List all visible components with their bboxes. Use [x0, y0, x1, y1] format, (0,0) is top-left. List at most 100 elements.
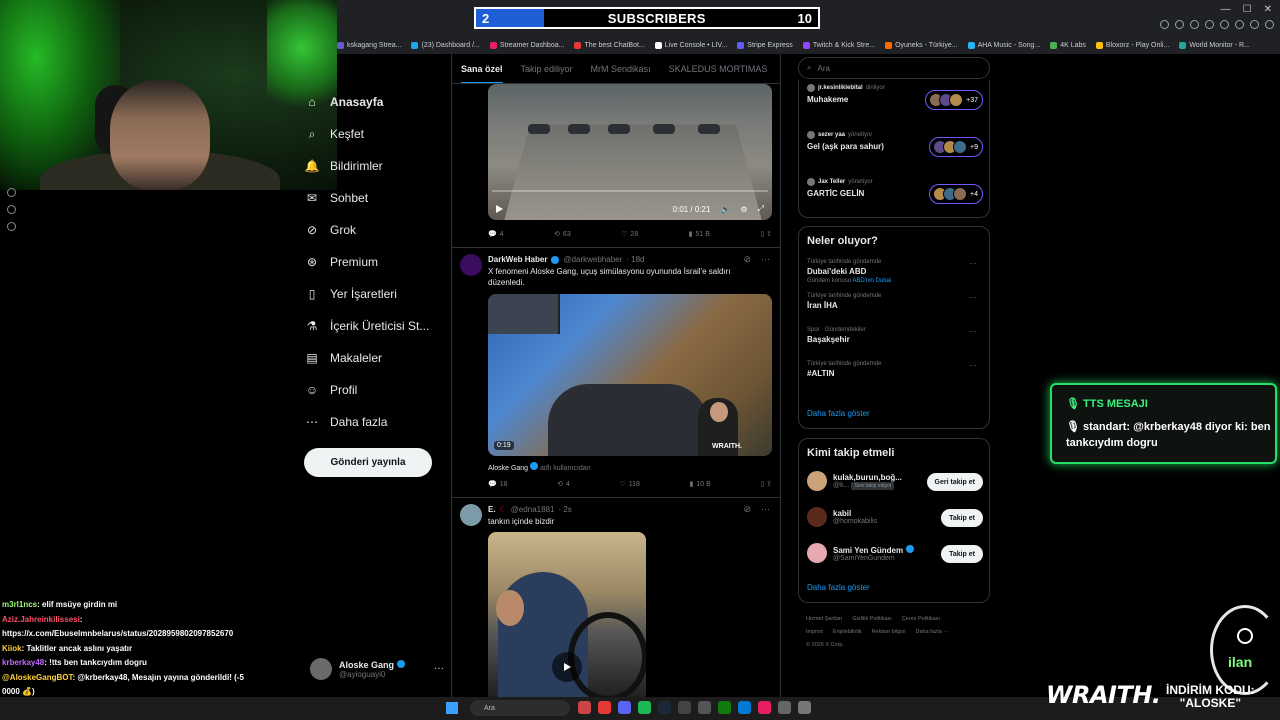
avatar[interactable] — [460, 254, 482, 276]
taskbar-search[interactable]: Ara — [470, 700, 570, 716]
volume-icon[interactable]: 🔈 — [720, 205, 730, 214]
extension-icon[interactable] — [1235, 20, 1244, 29]
more-icon[interactable]: ··· — [969, 361, 977, 370]
sidebar-item-mail[interactable]: ✉ Sohbet — [304, 182, 454, 214]
minimize-icon[interactable]: — — [1221, 4, 1231, 15]
more-icon[interactable]: ··· — [761, 254, 770, 265]
account-switcher[interactable]: Aloske Gang @ayioguayi0 ··· — [310, 658, 444, 680]
timer-icon[interactable] — [7, 188, 16, 197]
caption-name[interactable]: Aloske Gang — [488, 465, 528, 472]
app-icon[interactable] — [778, 701, 791, 714]
follow-button[interactable]: Geri takip et — [926, 473, 983, 491]
app-icon[interactable] — [578, 701, 591, 714]
bookmark-item[interactable]: AHA Music - Song... — [967, 41, 1040, 49]
profile-icon[interactable] — [1265, 20, 1274, 29]
extension-icon[interactable] — [1250, 20, 1259, 29]
live-listeners-pill[interactable]: +4 — [929, 184, 983, 204]
views-stat[interactable]: ▮ 10 B — [689, 480, 710, 489]
chat-icon[interactable] — [7, 205, 16, 214]
sidebar-item-home[interactable]: ⌂ Anasayfa — [304, 86, 454, 118]
more-icon[interactable]: ··· — [969, 293, 977, 302]
bookmark-item[interactable]: 4K Labs — [1050, 41, 1086, 49]
chat-username[interactable]: @AloskeGangBOT — [2, 673, 72, 682]
play-button[interactable] — [552, 652, 582, 682]
fullscreen-icon[interactable]: ⤢ — [758, 204, 764, 214]
follow-suggestion[interactable]: Sami Yen Gündem @SamiYenGundem Takip et — [807, 543, 983, 563]
views-stat[interactable]: ▮ 51 B — [689, 230, 710, 239]
tweet-video-flight-sim[interactable]: 0:19 WRAITH. — [488, 294, 772, 456]
bookmark-item[interactable]: Bloxorz - Play Onli... — [1095, 41, 1169, 49]
footer-link[interactable]: Daha fazla ··· — [915, 629, 948, 635]
sidebar-item-grok[interactable]: ⊘ Grok — [304, 214, 454, 246]
like-button[interactable]: ♡ 118 — [619, 480, 639, 489]
grok-icon[interactable]: ⊘ — [743, 504, 751, 515]
video-progress[interactable] — [492, 190, 768, 192]
post-button[interactable]: Gönderi yayınla — [304, 448, 432, 477]
maximize-icon[interactable]: ☐ — [1243, 4, 1252, 15]
trend-item[interactable]: Spor · Gündemdekiler Başakşehir ··· — [807, 327, 983, 344]
bookmark-item[interactable]: (23) Dashboard /... — [411, 41, 480, 49]
bookmark-item[interactable]: Oyuneks - Türkiye... — [885, 41, 958, 49]
opera-icon[interactable] — [598, 701, 611, 714]
bookmark-item[interactable]: Live Console • LIV... — [654, 41, 727, 49]
play-icon[interactable] — [496, 205, 503, 213]
sidebar-item-more[interactable]: ⋯ Daha fazla — [304, 406, 454, 438]
bookmark-item[interactable]: Stripe Express — [737, 41, 793, 49]
sidebar-item-premium[interactable]: ⊛ Premium — [304, 246, 454, 278]
show-more-follow-link[interactable]: Daha fazla göster — [807, 583, 870, 592]
footer-link[interactable]: Hizmet Şartları — [806, 616, 842, 622]
sidebar-item-bell[interactable]: 🔔 Bildirimler — [304, 150, 454, 182]
tweet-video-car[interactable] — [488, 532, 646, 702]
reply-button[interactable]: 💬 18 — [488, 480, 508, 489]
sidebar-item-creator[interactable]: ⚗ İçerik Üreticisi St... — [304, 310, 454, 342]
live-space-item[interactable]: Jax Teller yönetiyor GARTİC GELİN +4 — [807, 178, 983, 204]
chat-username[interactable]: m3rl1ncs — [2, 600, 37, 609]
tweet-handle[interactable]: @edna1881 — [511, 505, 555, 514]
extension-icon[interactable] — [1205, 20, 1214, 29]
settings-icon[interactable] — [7, 222, 16, 231]
chat-username[interactable]: Aziz.Jahreinkilissesi — [2, 615, 80, 624]
more-icon[interactable]: ··· — [969, 327, 977, 336]
app-icon[interactable] — [738, 701, 751, 714]
like-button[interactable]: ♡ 28 — [621, 230, 638, 239]
grok-icon[interactable]: ⊘ — [743, 254, 751, 265]
app-icon[interactable] — [758, 701, 771, 714]
show-more-trends-link[interactable]: Daha fazla göster — [807, 409, 870, 418]
footer-link[interactable]: Reklam bilgisi — [872, 629, 906, 635]
bookmark-item[interactable]: The best ChatBot... — [574, 41, 645, 49]
follow-button[interactable]: Takip et — [941, 509, 983, 527]
close-icon[interactable]: ✕ — [1264, 4, 1272, 15]
sidebar-item-article[interactable]: ▤ Makaleler — [304, 342, 454, 374]
bookmark-item[interactable]: Twitch & Kick Stre... — [802, 41, 875, 49]
footer-link[interactable]: Imprint — [806, 629, 823, 635]
spotify-icon[interactable] — [638, 701, 651, 714]
repost-button[interactable]: ⟲ 63 — [554, 230, 571, 239]
epic-icon[interactable] — [678, 701, 691, 714]
follow-button[interactable]: Takip et — [941, 545, 983, 563]
extension-icon[interactable] — [1175, 20, 1184, 29]
bookmark-item[interactable]: kskagang Strea... — [337, 41, 401, 49]
live-listeners-pill[interactable]: +37 — [925, 90, 983, 110]
trend-item[interactable]: Türkiye tarihinde gündemde İran İHA ··· — [807, 293, 983, 310]
bookmark-button[interactable]: ▯ ⇪ — [760, 230, 772, 238]
settings-icon[interactable]: ⚙ — [740, 205, 747, 214]
extension-icon[interactable] — [1190, 20, 1199, 29]
discord-icon[interactable] — [618, 701, 631, 714]
windows-start-icon[interactable] — [446, 702, 458, 714]
xbox-icon[interactable] — [718, 701, 731, 714]
bookmark-item[interactable]: World Monitor - R... — [1179, 41, 1250, 49]
extension-icon[interactable] — [1220, 20, 1229, 29]
timeline-tab[interactable]: SKALEDUS MORTIMAS — [669, 64, 768, 74]
avatar[interactable] — [460, 504, 482, 526]
more-icon[interactable]: ··· — [434, 663, 444, 674]
tweet-author[interactable]: E. — [488, 505, 496, 514]
follow-suggestion[interactable]: kulak,burun,boğ... @k... Seni takip ediyor… — [807, 471, 983, 491]
trend-sub-link[interactable]: ABD'nin Dubai — [852, 278, 891, 284]
footer-link[interactable]: Gizlilik Politikası — [852, 616, 891, 622]
app-icon[interactable] — [698, 701, 711, 714]
sidebar-item-person[interactable]: ☺ Profil — [304, 374, 454, 406]
reply-button[interactable]: 💬 4 — [488, 230, 504, 239]
sidebar-item-search[interactable]: ⌕ Keşfet — [304, 118, 454, 150]
bookmark-button[interactable]: ▯ ⇪ — [760, 480, 772, 488]
more-icon[interactable]: ··· — [761, 504, 770, 515]
